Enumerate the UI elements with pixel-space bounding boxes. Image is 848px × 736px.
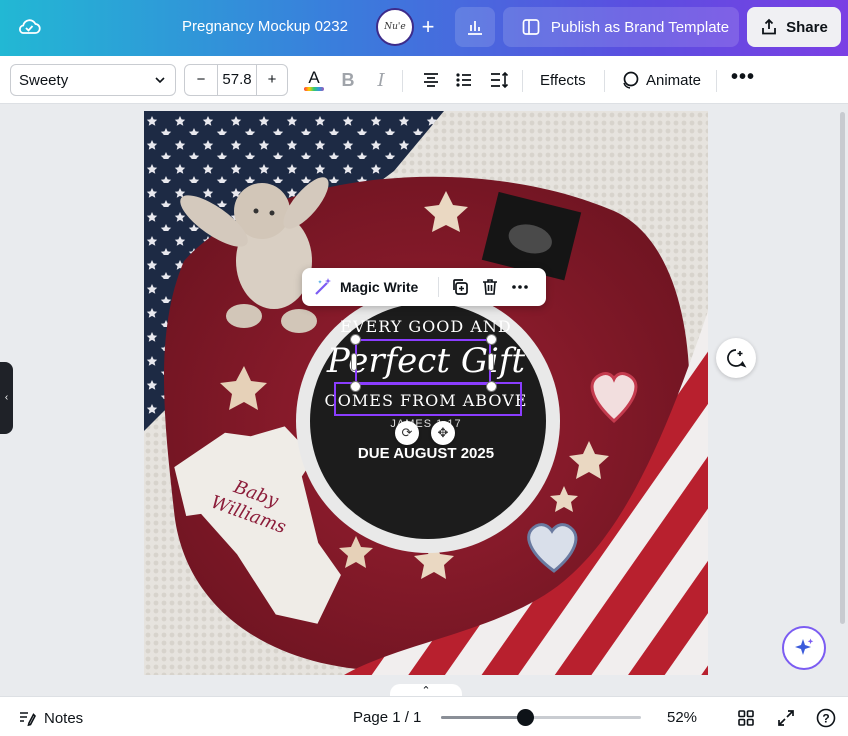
effects-button[interactable]: Effects bbox=[540, 72, 586, 89]
sign-line-verse[interactable]: JAMES 1:17 bbox=[144, 418, 708, 430]
magic-write-button[interactable]: Magic Write bbox=[302, 276, 432, 298]
selection-box-perfect-gift[interactable] bbox=[355, 339, 491, 385]
share-button[interactable]: Share bbox=[747, 7, 841, 47]
chevron-down-icon bbox=[155, 77, 165, 84]
magic-wand-icon bbox=[315, 278, 331, 295]
text-color-icon: A bbox=[308, 67, 320, 87]
color-bar bbox=[304, 86, 324, 91]
sign-line-every-good[interactable]: EVERY GOOD AND bbox=[144, 317, 708, 336]
rotate-icon[interactable]: ⟳ bbox=[395, 421, 419, 445]
zoom-percentage[interactable]: 52% bbox=[667, 709, 697, 726]
animate-icon bbox=[623, 71, 639, 89]
resize-handle[interactable] bbox=[351, 353, 357, 371]
trash-icon[interactable] bbox=[475, 272, 505, 302]
more-options-icon[interactable]: ••• bbox=[731, 66, 755, 89]
add-collaborator-button[interactable]: + bbox=[416, 12, 440, 42]
help-icon[interactable]: ? bbox=[815, 707, 837, 729]
resize-handle[interactable] bbox=[350, 334, 361, 345]
top-bar: Pregnancy Mockup 0232 Nu'e + Publish as … bbox=[0, 0, 848, 56]
template-icon bbox=[522, 19, 540, 35]
resize-handle[interactable] bbox=[488, 353, 494, 371]
comment-plus-icon bbox=[727, 349, 747, 368]
align-center-icon[interactable] bbox=[419, 68, 443, 92]
fullscreen-icon[interactable] bbox=[775, 707, 797, 729]
zoom-slider-fill bbox=[441, 716, 525, 719]
toolbar-divider bbox=[522, 70, 523, 92]
font-size-stepper: − 57.8 + bbox=[184, 64, 288, 96]
font-size-input[interactable]: 57.8 bbox=[217, 65, 257, 95]
font-family-dropdown[interactable]: Sweety bbox=[10, 64, 176, 96]
cloud-sync-icon[interactable] bbox=[16, 14, 42, 40]
move-icon[interactable]: ✥ bbox=[431, 421, 455, 445]
zoom-slider[interactable] bbox=[441, 709, 641, 726]
animate-button[interactable]: Animate bbox=[620, 70, 701, 90]
line-spacing-icon[interactable] bbox=[487, 68, 511, 92]
notes-label: Notes bbox=[44, 709, 84, 727]
notes-button[interactable]: Notes bbox=[18, 709, 83, 727]
side-panel-toggle[interactable]: ‹ bbox=[0, 362, 13, 434]
decrease-font-size-button[interactable]: − bbox=[185, 65, 217, 95]
toolbar-divider bbox=[604, 70, 605, 92]
publish-brand-template-button[interactable]: Publish as Brand Template bbox=[503, 7, 739, 47]
bold-icon[interactable]: B bbox=[336, 68, 360, 92]
page-indicator[interactable]: Page 1 / 1 bbox=[353, 709, 421, 726]
publish-label: Publish as Brand Template bbox=[550, 18, 730, 36]
resize-handle[interactable] bbox=[486, 334, 497, 345]
share-label: Share bbox=[786, 18, 828, 36]
text-color-button[interactable]: A bbox=[302, 68, 326, 92]
duplicate-icon[interactable] bbox=[445, 272, 475, 302]
add-comment-button[interactable] bbox=[716, 338, 756, 378]
resize-handle[interactable] bbox=[350, 381, 361, 392]
animate-label: Animate bbox=[646, 71, 702, 89]
list-icon[interactable] bbox=[452, 68, 476, 92]
sign-line-due-date[interactable]: DUE AUGUST 2025 bbox=[144, 445, 708, 462]
zoom-slider-thumb[interactable] bbox=[517, 709, 534, 726]
increase-font-size-button[interactable]: + bbox=[257, 65, 287, 95]
vertical-scrollbar[interactable] bbox=[840, 112, 845, 624]
toolbar-divider bbox=[716, 70, 717, 92]
notes-icon bbox=[20, 712, 36, 727]
ai-assistant-button[interactable] bbox=[782, 626, 826, 670]
brand-avatar[interactable]: Nu'e bbox=[376, 8, 414, 46]
share-upload-icon bbox=[762, 18, 777, 35]
more-horizontal-icon[interactable] bbox=[505, 272, 535, 302]
magic-write-label: Magic Write bbox=[340, 279, 419, 295]
design-page[interactable]: EVERY GOOD AND Perfect Gift COMES FROM A… bbox=[144, 111, 708, 675]
help-glyph: ? bbox=[822, 712, 829, 726]
document-title[interactable]: Pregnancy Mockup 0232 bbox=[182, 18, 348, 35]
resize-handle[interactable] bbox=[486, 381, 497, 392]
bar-chart-icon bbox=[468, 21, 482, 35]
font-name: Sweety bbox=[19, 72, 69, 89]
italic-icon[interactable]: I bbox=[369, 68, 393, 92]
text-toolbar: Sweety − 57.8 + A B I Effects Animate ••… bbox=[0, 56, 848, 104]
insights-button[interactable] bbox=[455, 7, 495, 47]
menu-divider bbox=[438, 277, 439, 297]
grid-view-icon[interactable] bbox=[735, 707, 757, 729]
element-context-menu: Magic Write bbox=[302, 268, 546, 306]
sparkle-icon bbox=[795, 638, 814, 655]
bottom-bar: Notes Page 1 / 1 52% ? bbox=[0, 696, 848, 736]
toolbar-divider bbox=[402, 70, 403, 92]
